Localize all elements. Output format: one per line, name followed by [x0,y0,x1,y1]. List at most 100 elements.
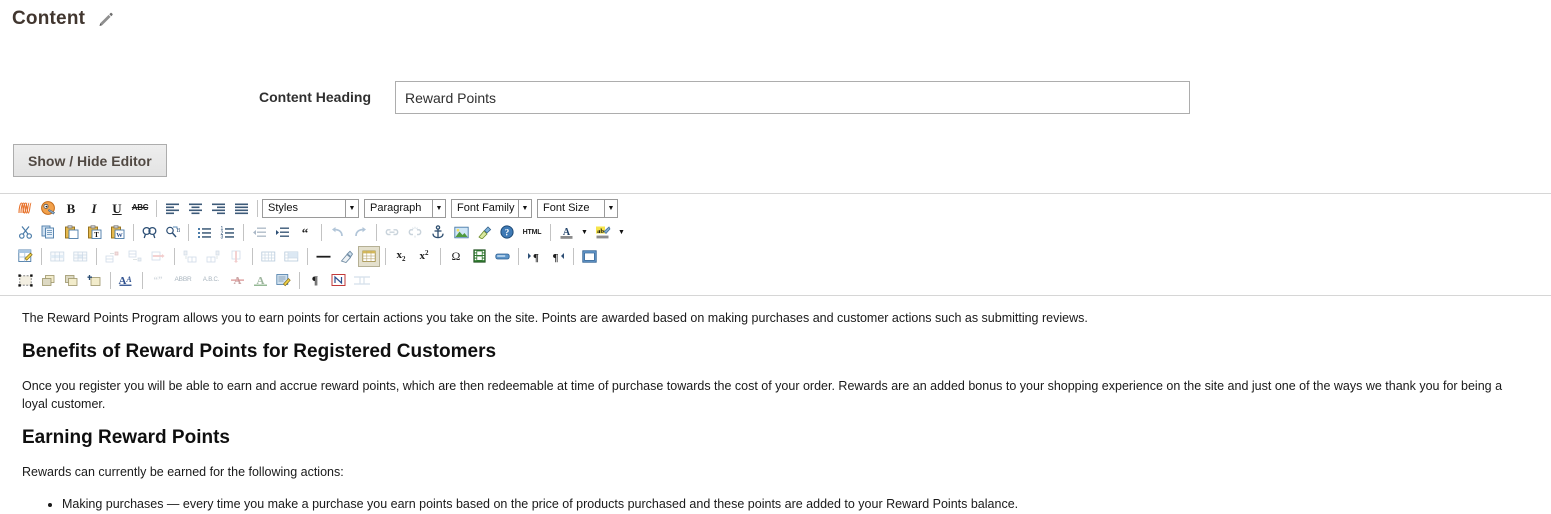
insertion-icon[interactable]: A [249,270,271,291]
undo-icon[interactable] [326,222,348,243]
svg-text:?: ? [505,227,510,237]
show-blocks-icon[interactable]: ¶ [304,270,326,291]
visual-grid-icon[interactable] [358,245,380,267]
subscript-icon[interactable]: x2 [390,246,412,267]
strikethrough-icon[interactable]: ABC [129,198,151,219]
toolbar-separator [257,199,258,217]
image-icon[interactable] [450,222,472,243]
toolbar-separator [376,223,377,241]
paste-icon[interactable] [60,222,82,243]
svg-text:ab: ab [597,227,604,234]
page-break-icon[interactable] [350,270,374,291]
blockquote-icon[interactable]: “ [294,222,316,243]
delete-column-icon[interactable] [225,246,247,267]
insert-row-before-icon[interactable] [101,246,123,267]
benefits-heading: Benefits of Reward Points for Registered… [22,341,497,363]
styles-select[interactable]: Styles ▼ [262,198,359,218]
split-cells-icon[interactable] [257,246,279,267]
content-heading-input[interactable] [395,81,1190,114]
style-props-icon[interactable]: A A [115,270,137,291]
font-family-select[interactable]: Font Family ▼ [451,198,532,218]
toolbar-row-clipboard: T W B 1 2 3 “ ? HTML A ▼ ab ▼ [14,220,1551,244]
abbreviation-icon[interactable]: ABBR [170,270,196,291]
background-color-icon[interactable]: ab [592,222,614,243]
cleanup-icon[interactable] [473,222,495,243]
toolbar-separator [518,247,519,265]
underline-icon[interactable]: U [106,198,128,219]
insert-row-after-icon[interactable] [124,246,146,267]
cut-icon[interactable] [14,222,36,243]
chevron-down-icon: ▼ [604,199,617,217]
show-hide-editor-button[interactable]: Show / Hide Editor [13,144,167,177]
toolbar-separator [188,223,189,241]
media-icon[interactable] [468,246,490,267]
outdent-icon[interactable] [248,222,270,243]
italic-icon[interactable]: I [83,198,105,219]
align-justify-icon[interactable] [230,198,252,219]
editor-content-area[interactable]: The Reward Points Program allows you to … [0,296,1551,514]
svg-text:3: 3 [220,234,223,239]
nonbreaking-icon[interactable] [327,270,349,291]
toolbar-separator [385,247,386,265]
redo-icon[interactable] [349,222,371,243]
editor-toolbar: B I U ABC Styles ▼ Paragraph ▼ Font Fami… [0,194,1551,296]
magento-variable-icon[interactable] [14,198,36,219]
insert-column-after-icon[interactable] [202,246,224,267]
table-cell-properties-icon[interactable] [69,246,91,267]
move-forward-icon[interactable] [37,270,59,291]
bullet-list-icon[interactable] [193,222,215,243]
visual-aid-icon[interactable] [14,270,36,291]
citation-icon[interactable]: “” [147,270,169,291]
replace-icon[interactable]: B [161,222,183,243]
svg-text:T: T [94,231,99,239]
bold-icon[interactable]: B [60,198,82,219]
copy-icon[interactable] [37,222,59,243]
font-size-select[interactable]: Font Size ▼ [537,198,618,218]
move-backward-icon[interactable] [60,270,82,291]
ltr-icon[interactable]: ¶ [523,246,545,267]
html-source-icon[interactable]: HTML [519,222,545,243]
horizontal-rule-icon[interactable] [312,246,334,267]
page-title: Content [12,8,86,29]
paste-word-icon[interactable]: W [106,222,128,243]
remove-format-icon[interactable] [335,246,357,267]
format-select[interactable]: Paragraph ▼ [364,198,446,218]
merge-cells-icon[interactable] [280,246,302,267]
align-center-icon[interactable] [184,198,206,219]
background-color-dropdown-icon[interactable]: ▼ [615,222,628,243]
text-color-icon[interactable]: A [555,222,577,243]
paste-text-icon[interactable]: T [83,222,105,243]
toolbar-separator [96,247,97,265]
table-properties-icon[interactable] [14,246,36,267]
attributes-icon[interactable] [272,270,294,291]
magento-widget-icon[interactable] [37,198,59,219]
align-right-icon[interactable] [207,198,229,219]
content-heading-field-row: Content Heading [0,81,1551,114]
pencil-icon[interactable] [97,10,115,28]
insert-layer-icon[interactable] [83,270,105,291]
table-row-properties-icon[interactable] [46,246,68,267]
svg-text:¶: ¶ [533,252,539,263]
help-icon[interactable]: ? [496,222,518,243]
link-icon[interactable] [381,222,403,243]
special-character-icon[interactable]: Ω [445,246,467,267]
rtl-icon[interactable]: ¶ [546,246,568,267]
delete-row-icon[interactable] [147,246,169,267]
acronym-icon[interactable]: A.B.C. [197,270,225,291]
indent-icon[interactable] [271,222,293,243]
unlink-icon[interactable] [404,222,426,243]
superscript-icon[interactable]: x2 [413,246,435,267]
search-icon[interactable] [138,222,160,243]
insert-date-icon[interactable] [491,246,513,267]
toolbar-row-formatting: B I U ABC Styles ▼ Paragraph ▼ Font Fami… [14,196,1551,220]
align-left-icon[interactable] [161,198,183,219]
numbered-list-icon[interactable]: 123 [216,222,238,243]
fullscreen-icon[interactable] [578,246,600,267]
deletion-icon[interactable]: A [226,270,248,291]
anchor-icon[interactable] [427,222,449,243]
text-color-dropdown-icon[interactable]: ▼ [578,222,591,243]
list-item: Making purchases — every time you make a… [62,495,1531,514]
earning-actions-list: Making purchases — every time you make a… [22,495,1531,514]
insert-column-before-icon[interactable] [179,246,201,267]
chevron-down-icon: ▼ [345,199,358,217]
